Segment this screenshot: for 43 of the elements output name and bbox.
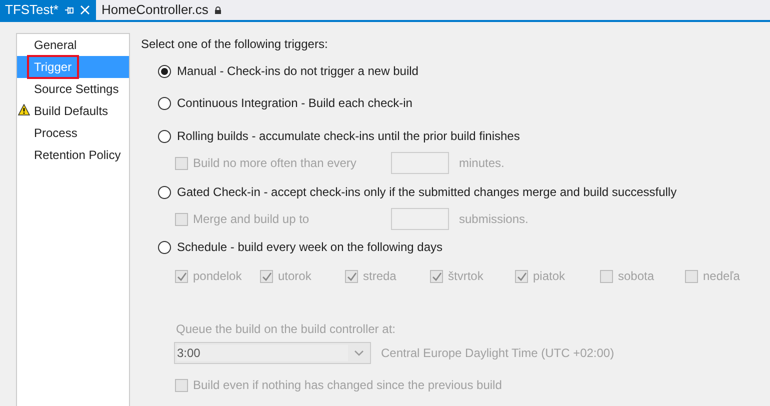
sidebar-item[interactable]: Process	[17, 122, 129, 144]
check-icon	[262, 272, 272, 280]
sidebar-item[interactable]: General	[17, 34, 129, 56]
number-field[interactable]	[391, 152, 449, 174]
option-label: Gated Check-in - accept check-ins only if the submitted changes merge and build successfully	[177, 184, 677, 201]
day-label: nedeľa	[703, 268, 740, 285]
check-icon	[346, 272, 356, 280]
radio-button[interactable]	[158, 64, 171, 78]
sidebar-item[interactable]: Build Defaults	[17, 100, 129, 122]
checkbox-label: Build no more often than every	[193, 155, 358, 172]
document-tab[interactable]: TFSTest*	[0, 0, 96, 20]
queue-label: Queue the build on the build controller at:	[176, 321, 396, 338]
radio-button[interactable]	[158, 240, 171, 254]
option-label: Manual - Check-ins do not trigger a new build	[177, 63, 418, 80]
close-icon	[80, 5, 90, 15]
check-icon	[516, 272, 526, 280]
sidebar-item[interactable]: Retention Policy	[17, 144, 129, 166]
pin-icon	[64, 6, 74, 14]
day-label: streda	[363, 268, 396, 285]
section-heading: Select one of the following triggers:	[141, 36, 328, 53]
close-button[interactable]	[80, 5, 90, 15]
radio-button[interactable]	[158, 186, 171, 198]
timezone-label: Central Europe Daylight Time (UTC +02:00)	[381, 345, 614, 362]
option-label: Rolling builds - accumulate check-ins until the prior build finishes	[177, 128, 520, 145]
day-label: pondelok	[193, 268, 242, 285]
checkbox-label: Merge and build up to	[193, 211, 310, 228]
radio-button[interactable]	[158, 130, 171, 142]
check-icon	[176, 272, 186, 280]
day-label: utorok	[278, 268, 312, 285]
unit-label: minutes.	[459, 155, 504, 172]
checkbox-label: Build even if nothing has changed since the previous build	[193, 377, 502, 394]
day-label: piatok	[533, 268, 566, 285]
sidebar-item[interactable]: Source Settings	[17, 78, 129, 100]
option-label: Schedule - build every week on the following days	[177, 239, 442, 256]
document-tab[interactable]: HomeController.cs	[96, 0, 228, 20]
chevron-down-icon	[354, 350, 364, 356]
option-label: Continuous Integration - Build each check-in	[177, 95, 412, 112]
number-field[interactable]	[391, 208, 449, 230]
day-label: štvrtok	[448, 268, 484, 285]
check-icon	[432, 272, 442, 280]
radio-button[interactable]	[158, 96, 171, 110]
unit-label: submissions.	[459, 211, 528, 228]
day-label: sobota	[618, 268, 654, 285]
